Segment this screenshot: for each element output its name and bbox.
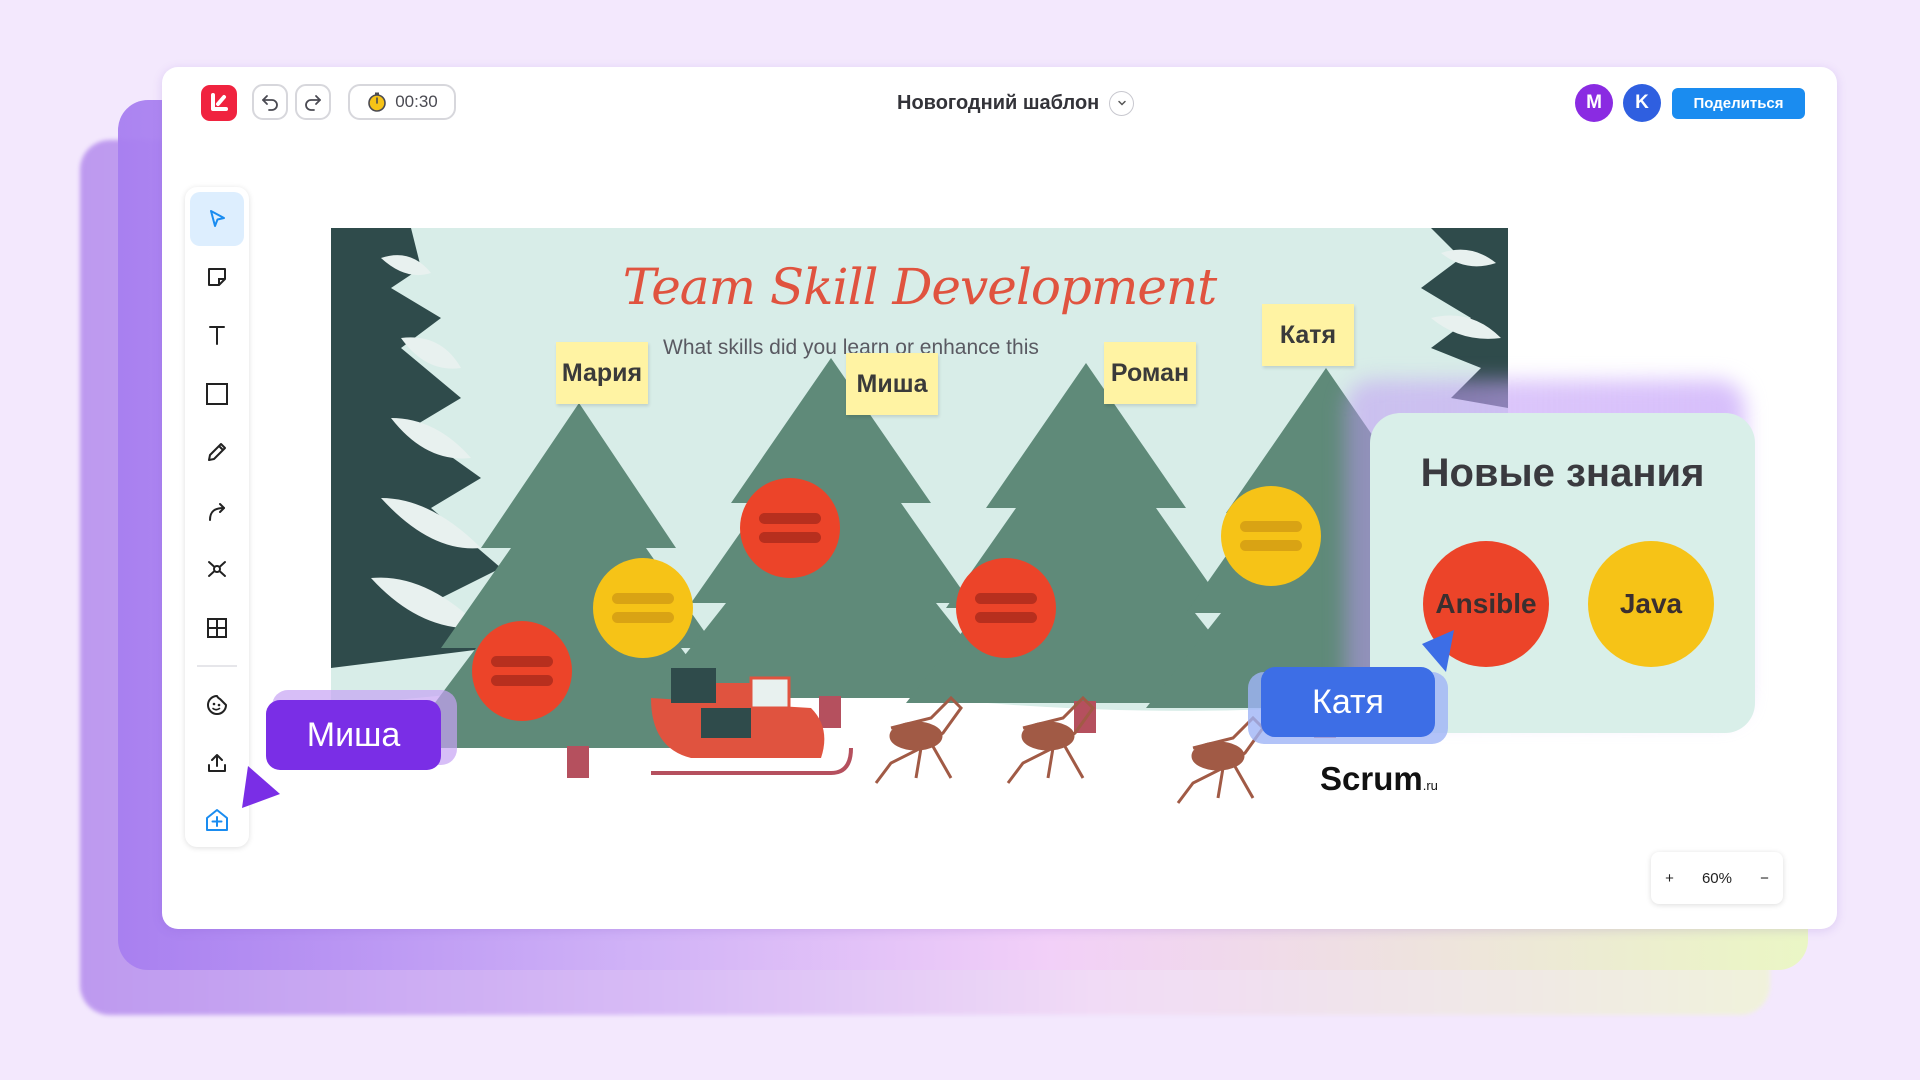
connector-tool[interactable] [190,484,244,538]
text-tool[interactable] [190,308,244,362]
sticker-tool[interactable] [190,678,244,732]
pencil-icon [208,443,226,461]
text-icon [209,326,225,345]
upload-tool[interactable] [190,736,244,790]
yellow-dot-sticker[interactable] [1221,486,1321,586]
logo-icon [211,93,228,111]
stopwatch-icon [368,92,387,112]
toolbar-divider [197,665,237,667]
sticky-note-icon [208,268,226,286]
avatar-k[interactable]: K [1623,84,1661,122]
sticky-note[interactable]: Миша [846,353,938,415]
undo-button[interactable] [252,84,288,120]
zoom-out-button[interactable]: − [1760,870,1769,887]
share-button[interactable]: Поделиться [1672,88,1805,119]
zoom-control: + 60% − [1651,852,1783,904]
rectangle-icon [206,383,228,405]
upload-icon [208,754,226,772]
select-tool[interactable] [190,192,244,246]
timer-button[interactable]: 00:30 [348,84,456,120]
card-title: Новые знания [1420,451,1705,495]
left-toolbar [185,187,249,847]
knowledge-item-java[interactable]: Java [1588,541,1714,667]
zoom-level[interactable]: 60% [1702,870,1732,887]
red-dot-sticker[interactable] [956,558,1056,658]
yellow-dot-sticker[interactable] [593,558,693,658]
sticky-note[interactable]: Роман [1104,342,1196,404]
home-plus-icon [206,809,228,831]
red-dot-sticker[interactable] [740,478,840,578]
document-title[interactable]: Новогодний шаблон [897,89,1135,117]
mindmap-tool[interactable] [190,542,244,596]
zoom-in-button[interactable]: + [1665,870,1674,887]
sticky-note-tool[interactable] [190,250,244,304]
cursor-label-misha: Миша [266,700,441,770]
redo-icon [305,95,321,111]
shape-tool[interactable] [190,367,244,421]
pen-tool[interactable] [190,425,244,479]
chevron-down-icon[interactable] [1109,90,1135,116]
table-tool[interactable] [190,601,244,655]
sticky-note[interactable]: Мария [556,342,648,404]
cursor-arrow-icon [210,210,225,227]
sticky-note[interactable]: Катя [1262,304,1354,366]
undo-icon [262,95,278,111]
red-dot-sticker[interactable] [472,621,572,721]
cursor-pointer-icon [242,766,280,808]
table-icon [207,618,227,638]
timer-value: 00:30 [395,92,438,111]
app-logo[interactable] [201,85,237,121]
scrum-brand: Scrum.ru [1320,760,1438,797]
redo-button[interactable] [295,84,331,120]
cursor-pointer-icon [1422,630,1454,672]
connector-arrow-icon [209,503,225,521]
template-tool[interactable] [190,793,244,847]
mindmap-icon [208,561,226,577]
cursor-label-katya: Катя [1261,667,1435,737]
avatar-m[interactable]: M [1575,84,1613,122]
sticker-icon [207,695,227,715]
document-title-text: Новогодний шаблон [897,91,1100,114]
